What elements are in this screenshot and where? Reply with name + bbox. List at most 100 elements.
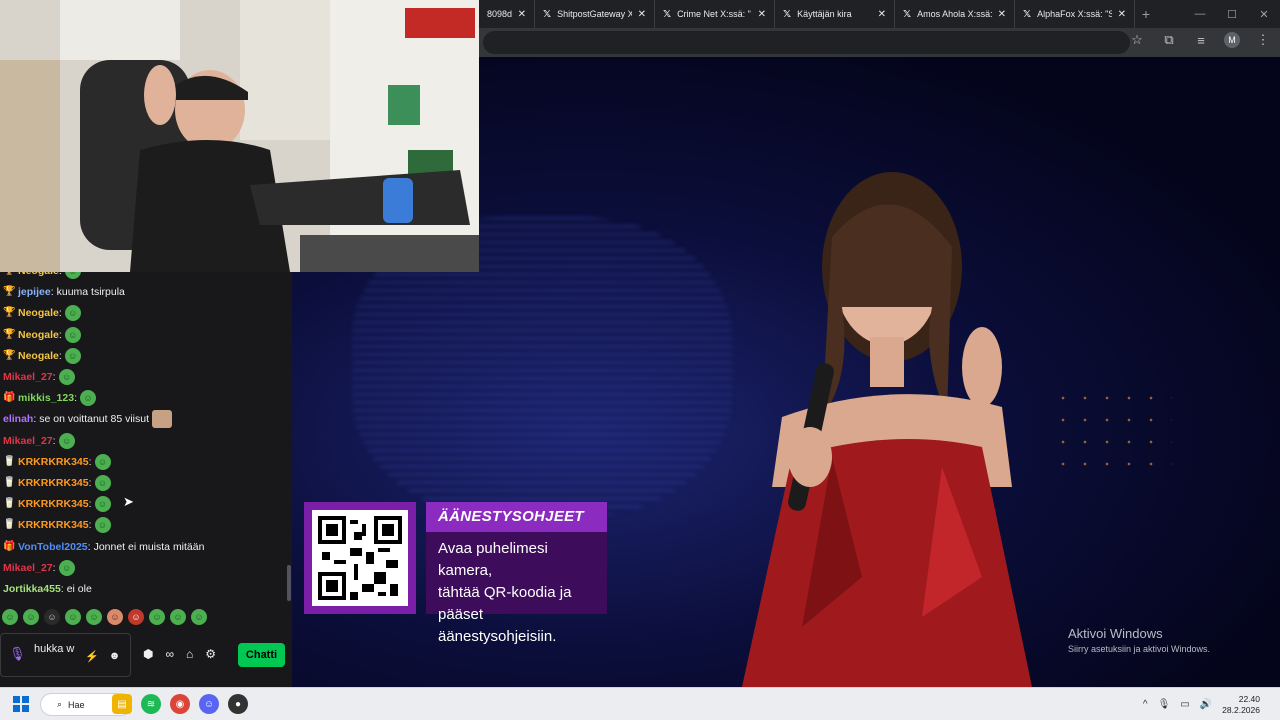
emote-button[interactable]: ☺: [86, 609, 102, 625]
emote-button[interactable]: ☺: [191, 609, 207, 625]
close-window-icon[interactable]: ✕: [1248, 0, 1280, 28]
mouse-cursor-icon: ➤: [123, 494, 134, 509]
glass-badge-icon[interactable]: 🥛: [3, 498, 15, 510]
emote-button[interactable]: ☺: [149, 609, 165, 625]
chat-username[interactable]: Mikael_27: [3, 371, 53, 383]
chat-scrollbar[interactable]: [287, 565, 291, 601]
tab-4[interactable]: 𝕏 Amos Ahola X:ssä: " ✕: [895, 0, 1015, 28]
chat-username[interactable]: KRKRKRK345: [18, 519, 89, 531]
close-icon[interactable]: ✕: [518, 9, 526, 20]
menu-icon[interactable]: ⋮: [1254, 32, 1272, 48]
tab-5[interactable]: 𝕏 AlphaFox X:ssä: "She ✕: [1015, 0, 1135, 28]
emote-button[interactable]: ☺: [65, 609, 81, 625]
pepe-emote-icon: ☺: [94, 517, 111, 534]
new-tab-button[interactable]: +: [1135, 6, 1157, 22]
chat-send-button[interactable]: Chatti: [238, 643, 285, 667]
chat-username[interactable]: Neogale: [18, 307, 59, 319]
emote-button[interactable]: ☺: [170, 609, 186, 625]
close-icon[interactable]: ✕: [998, 9, 1006, 20]
address-bar[interactable]: [483, 31, 1130, 54]
chat-message: elinah: se on voittanut 85 viisut: [3, 410, 172, 429]
channel-points-icon[interactable]: ⬢: [143, 647, 153, 661]
file-explorer-icon[interactable]: ▤: [112, 694, 132, 714]
trophy-badge-icon[interactable]: 🏆: [3, 272, 15, 277]
bits-icon[interactable]: ⚡: [85, 650, 99, 663]
pepe-emote-icon: ☺: [79, 390, 96, 407]
chat-colon: :: [58, 328, 62, 341]
chat-username[interactable]: Mikael_27: [3, 435, 53, 447]
emote-button[interactable]: ☺: [107, 609, 123, 625]
x-logo-icon: 𝕏: [783, 8, 792, 20]
tab-1[interactable]: 𝕏 ShitpostGateway X:ssä ✕: [535, 0, 655, 28]
microphone-icon[interactable]: 🎙: [9, 646, 26, 662]
emote-button[interactable]: ☺: [128, 609, 144, 625]
chat-username[interactable]: KRKRKRK345: [18, 498, 89, 510]
chest-badge-icon[interactable]: 🎁: [3, 392, 15, 404]
chat-username[interactable]: KRKRKRK345: [18, 456, 89, 468]
emote-button[interactable]: ☺: [23, 609, 39, 625]
close-icon[interactable]: ✕: [758, 9, 766, 20]
chat-message-list[interactable]: 🏆Neogale:☺🏆jepijee:kuuma tsirpula🏆Neogal…: [0, 272, 292, 602]
chat-username[interactable]: Mikael_27: [3, 562, 53, 574]
trophy-badge-icon[interactable]: 🏆: [3, 307, 15, 319]
trophy-badge-icon[interactable]: 🏆: [3, 329, 15, 341]
windows-start-icon[interactable]: [13, 696, 29, 712]
media-control-icon[interactable]: ≡: [1192, 33, 1210, 48]
chrome-icon[interactable]: ◉: [170, 694, 190, 714]
chest-badge-icon[interactable]: 🎁: [3, 541, 15, 553]
chat-message: 🥛 KRKRKRK345: ☺: [3, 453, 111, 471]
tab-label: Käyttäjän kira: [797, 9, 852, 19]
emote-button[interactable]: ☺: [2, 609, 18, 625]
tab-0[interactable]: 8098d ✕: [479, 0, 535, 28]
chat-username[interactable]: VonTobel2025: [18, 541, 88, 553]
chat-colon: :: [88, 498, 92, 511]
emote-button[interactable]: ☺: [44, 609, 60, 625]
extensions-icon[interactable]: ⧉: [1160, 32, 1178, 48]
close-icon[interactable]: ✕: [638, 9, 646, 20]
chat-username[interactable]: jepijee: [18, 286, 51, 298]
chat-colon: :: [58, 307, 62, 320]
chat-colon: :: [88, 519, 92, 532]
chat-message-text: kuuma tsirpula: [56, 286, 125, 299]
chat-username[interactable]: Neogale: [18, 329, 59, 341]
chat-colon: :: [33, 413, 37, 426]
chat-message: Jortikka455: ei ole: [3, 580, 92, 598]
obs-icon[interactable]: ●: [228, 694, 248, 714]
qr-code[interactable]: [304, 502, 416, 614]
chat-username[interactable]: KRKRKRK345: [18, 477, 89, 489]
vote-instructions: Avaa puhelimesi kamera, tähtää QR-koodia…: [426, 532, 607, 654]
discord-icon[interactable]: ☺: [199, 694, 219, 714]
chat-message-text: ei ole: [66, 583, 92, 595]
chat-username[interactable]: Neogale: [18, 272, 59, 277]
chat-input[interactable]: 🎙 hukka w ⚡ ☻: [0, 633, 131, 677]
glass-badge-icon[interactable]: 🥛: [3, 519, 15, 531]
close-icon[interactable]: ✕: [878, 9, 886, 20]
chat-colon: :: [52, 561, 56, 574]
chat-username[interactable]: elinah: [3, 413, 33, 425]
trophy-badge-icon[interactable]: 🏆: [3, 286, 15, 298]
bookmark-star-icon[interactable]: ☆: [1128, 32, 1146, 48]
chat-username[interactable]: Neogale: [18, 350, 59, 362]
maximize-icon[interactable]: ☐: [1216, 0, 1248, 28]
glass-badge-icon[interactable]: 🥛: [3, 456, 15, 468]
close-icon[interactable]: ✕: [1118, 9, 1126, 20]
settings-gear-icon[interactable]: ⚙: [205, 647, 216, 661]
trophy-badge-icon[interactable]: 🏆: [3, 350, 15, 362]
minimize-icon[interactable]: —: [1184, 0, 1216, 28]
chat-username[interactable]: mikkis_123: [18, 392, 74, 404]
tab-2[interactable]: 𝕏 Crime Net X:ssä: " ✕: [655, 0, 775, 28]
chat-username[interactable]: Jortikka455: [3, 583, 61, 595]
infinity-icon[interactable]: ∞: [165, 647, 174, 661]
emote-picker-icon[interactable]: ☻: [109, 650, 121, 663]
profile-avatar[interactable]: M: [1224, 32, 1240, 48]
tray-chevron-icon[interactable]: ^: [1143, 699, 1148, 710]
store-icon[interactable]: ⌂: [186, 647, 193, 661]
glass-badge-icon[interactable]: 🥛: [3, 477, 15, 489]
network-icon[interactable]: ▭: [1180, 699, 1189, 710]
tab-3[interactable]: 𝕏 Käyttäjän kira ✕: [775, 0, 895, 28]
tray-mic-icon[interactable]: 🎙: [1158, 699, 1171, 710]
taskbar-clock[interactable]: 22.40 28.2.2026: [1222, 694, 1260, 716]
voting-info-panel: ÄÄNESTYSOHJEET Avaa puhelimesi kamera, t…: [426, 502, 607, 645]
spotify-icon[interactable]: ≋: [141, 694, 161, 714]
volume-icon[interactable]: 🔊: [1200, 699, 1212, 710]
